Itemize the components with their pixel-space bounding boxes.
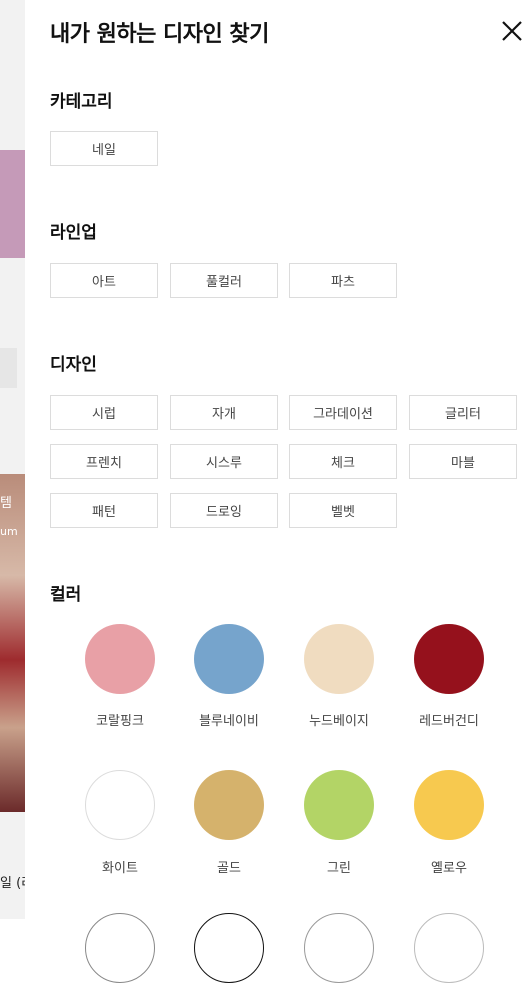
color-label: 그린 — [327, 861, 351, 876]
design-option[interactable]: 그라데이션 — [289, 395, 397, 430]
color-label: 블루네이비 — [199, 714, 259, 729]
color-swatch-red-burgundy[interactable] — [414, 624, 484, 694]
lineup-option[interactable]: 파츠 — [289, 263, 397, 298]
color-swatch-partial[interactable] — [194, 913, 264, 983]
color-swatch-nude-beige[interactable] — [304, 624, 374, 694]
lineup-option[interactable]: 풀컬러 — [170, 263, 278, 298]
design-option[interactable]: 벨벳 — [289, 493, 397, 528]
panel-title: 내가 원하는 디자인 찾기 — [50, 22, 269, 47]
section-title-category: 카테고리 — [50, 92, 113, 112]
design-option[interactable]: 체크 — [289, 444, 397, 479]
design-option[interactable]: 시럽 — [50, 395, 158, 430]
design-option[interactable]: 마블 — [409, 444, 517, 479]
color-swatch-partial[interactable] — [85, 913, 155, 983]
color-label: 옐로우 — [431, 861, 467, 876]
color-swatch-coral-pink[interactable] — [85, 624, 155, 694]
color-swatch-green[interactable] — [304, 770, 374, 840]
color-swatch-partial[interactable] — [304, 913, 374, 983]
design-option[interactable]: 시스루 — [170, 444, 278, 479]
design-option[interactable]: 글리터 — [409, 395, 517, 430]
color-label: 레드버건디 — [419, 714, 479, 729]
section-title-lineup: 라인업 — [50, 223, 97, 243]
color-swatch-yellow[interactable] — [414, 770, 484, 840]
background-text: um — [0, 525, 18, 538]
section-title-color: 컬러 — [50, 585, 82, 605]
color-swatch-gold[interactable] — [194, 770, 264, 840]
design-filter-panel: 내가 원하는 디자인 찾기 카테고리 네일 라인업 아트 풀컬러 파츠 디자인 … — [25, 0, 523, 983]
color-label: 화이트 — [102, 861, 138, 876]
color-label: 코랄핑크 — [96, 714, 144, 729]
color-swatch-blue-navy[interactable] — [194, 624, 264, 694]
close-button[interactable] — [497, 14, 523, 48]
color-label: 골드 — [217, 861, 241, 876]
background-banner — [0, 150, 25, 258]
background-box — [0, 348, 17, 388]
background-text: 템 — [0, 496, 12, 511]
color-swatch-white[interactable] — [85, 770, 155, 840]
section-title-design: 디자인 — [50, 355, 97, 375]
lineup-option[interactable]: 아트 — [50, 263, 158, 298]
design-option[interactable]: 프렌치 — [50, 444, 158, 479]
background-page: 템 um — [0, 0, 25, 919]
category-option[interactable]: 네일 — [50, 131, 158, 166]
close-icon — [502, 21, 522, 41]
design-option[interactable]: 드로잉 — [170, 493, 278, 528]
design-option[interactable]: 패턴 — [50, 493, 158, 528]
color-label: 누드베이지 — [309, 714, 369, 729]
color-swatch-partial[interactable] — [414, 913, 484, 983]
design-option[interactable]: 자개 — [170, 395, 278, 430]
